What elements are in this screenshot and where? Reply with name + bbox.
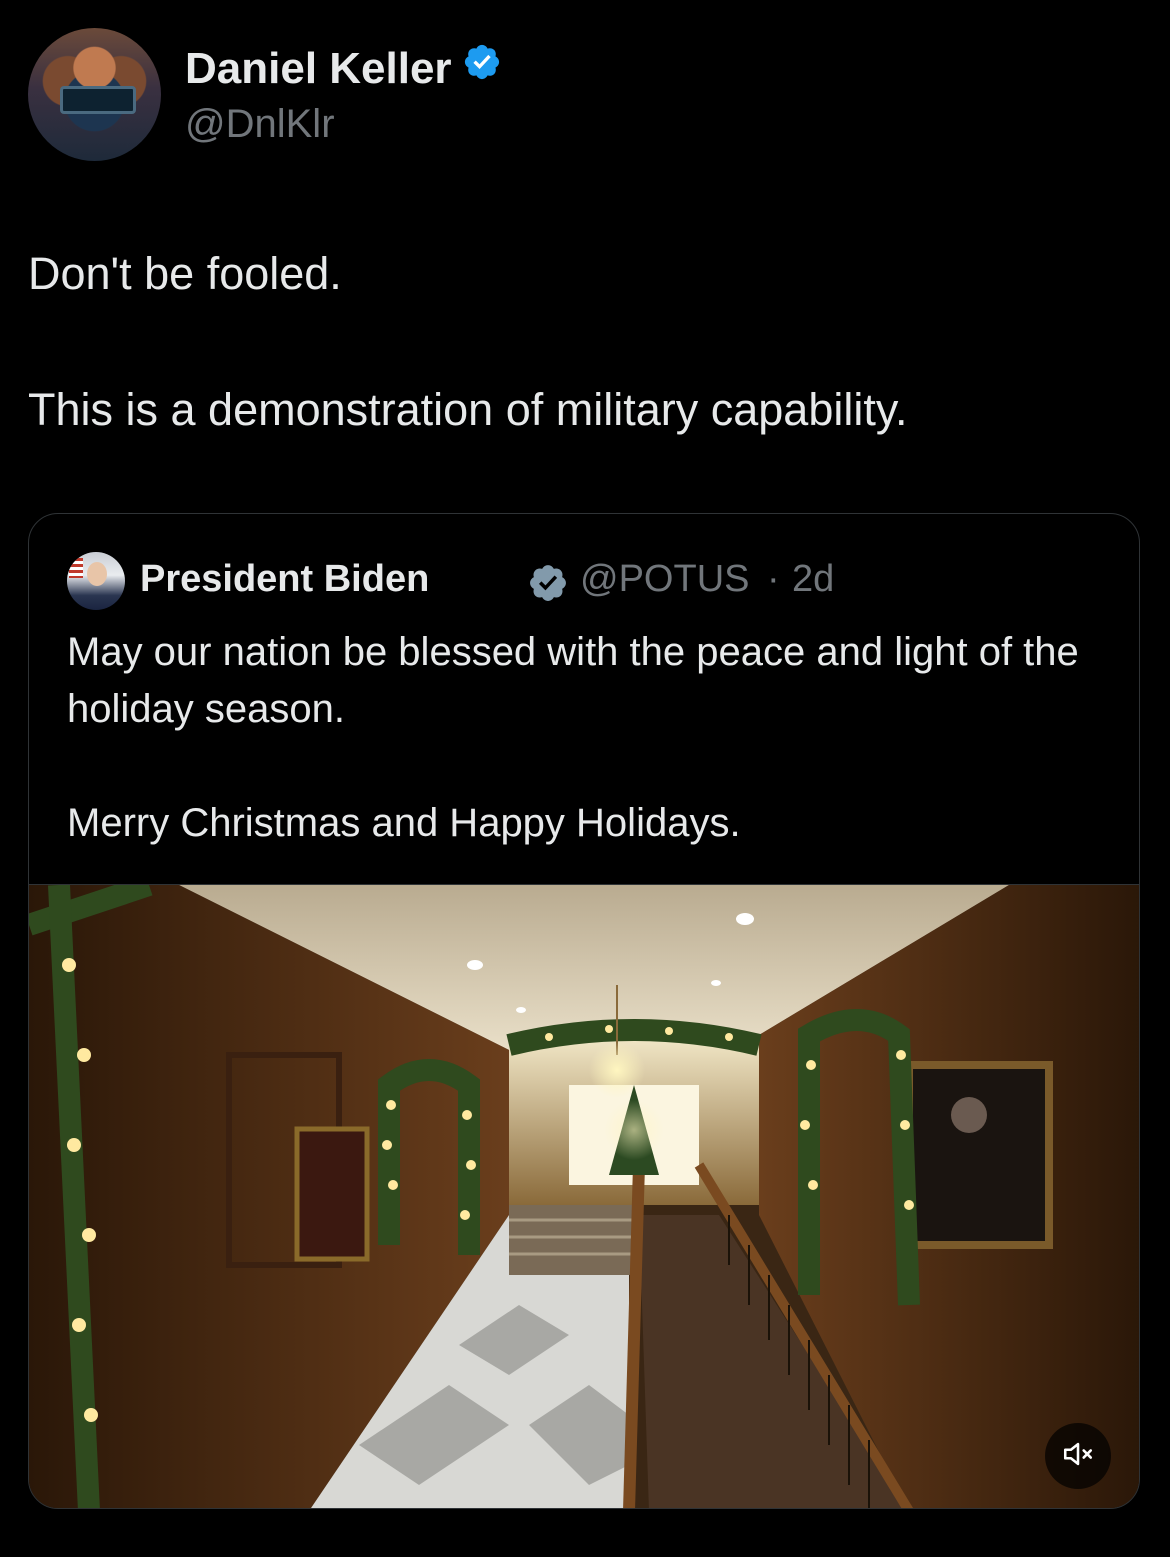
verified-badge-icon[interactable] — [527, 562, 569, 609]
quoted-tweet-timestamp[interactable]: 2d — [792, 558, 834, 601]
quoted-author-name[interactable]: President Biden — [140, 558, 429, 601]
author-handle[interactable]: @DnlKlr — [185, 102, 335, 147]
quoted-author-avatar[interactable] — [67, 552, 125, 610]
author-avatar[interactable] — [28, 28, 161, 161]
tweet-line: Don't be fooled. — [28, 248, 342, 299]
tweet-line: This is a demonstration of military capa… — [28, 384, 908, 435]
meta-separator: · — [767, 558, 780, 600]
tweet-body: Don't be fooled. This is a demonstration… — [28, 240, 1138, 444]
quoted-tweet-card[interactable]: President Biden @POTUS · 2d May our nati… — [28, 513, 1140, 1509]
author-display-name[interactable]: Daniel Keller — [185, 44, 502, 97]
speaker-muted-icon — [1061, 1437, 1095, 1476]
quoted-tweet-header: President Biden @POTUS · 2d — [67, 552, 1107, 612]
quoted-paragraph: Merry Christmas and Happy Holidays. — [67, 801, 741, 845]
quoted-author-handle[interactable]: @POTUS — [580, 558, 749, 601]
quoted-tweet-body: May our nation be blessed with the peace… — [67, 624, 1107, 852]
quoted-paragraph: May our nation be blessed with the peace… — [67, 630, 1079, 731]
tweet-header: Daniel Keller @DnlKlr — [28, 28, 1128, 162]
author-name-text: Daniel Keller — [185, 44, 452, 93]
quoted-tweet-video[interactable] — [29, 884, 1139, 1508]
verified-badge-icon[interactable] — [462, 42, 502, 93]
video-frame-hallway — [29, 885, 1139, 1508]
mute-toggle-button[interactable] — [1045, 1423, 1111, 1489]
